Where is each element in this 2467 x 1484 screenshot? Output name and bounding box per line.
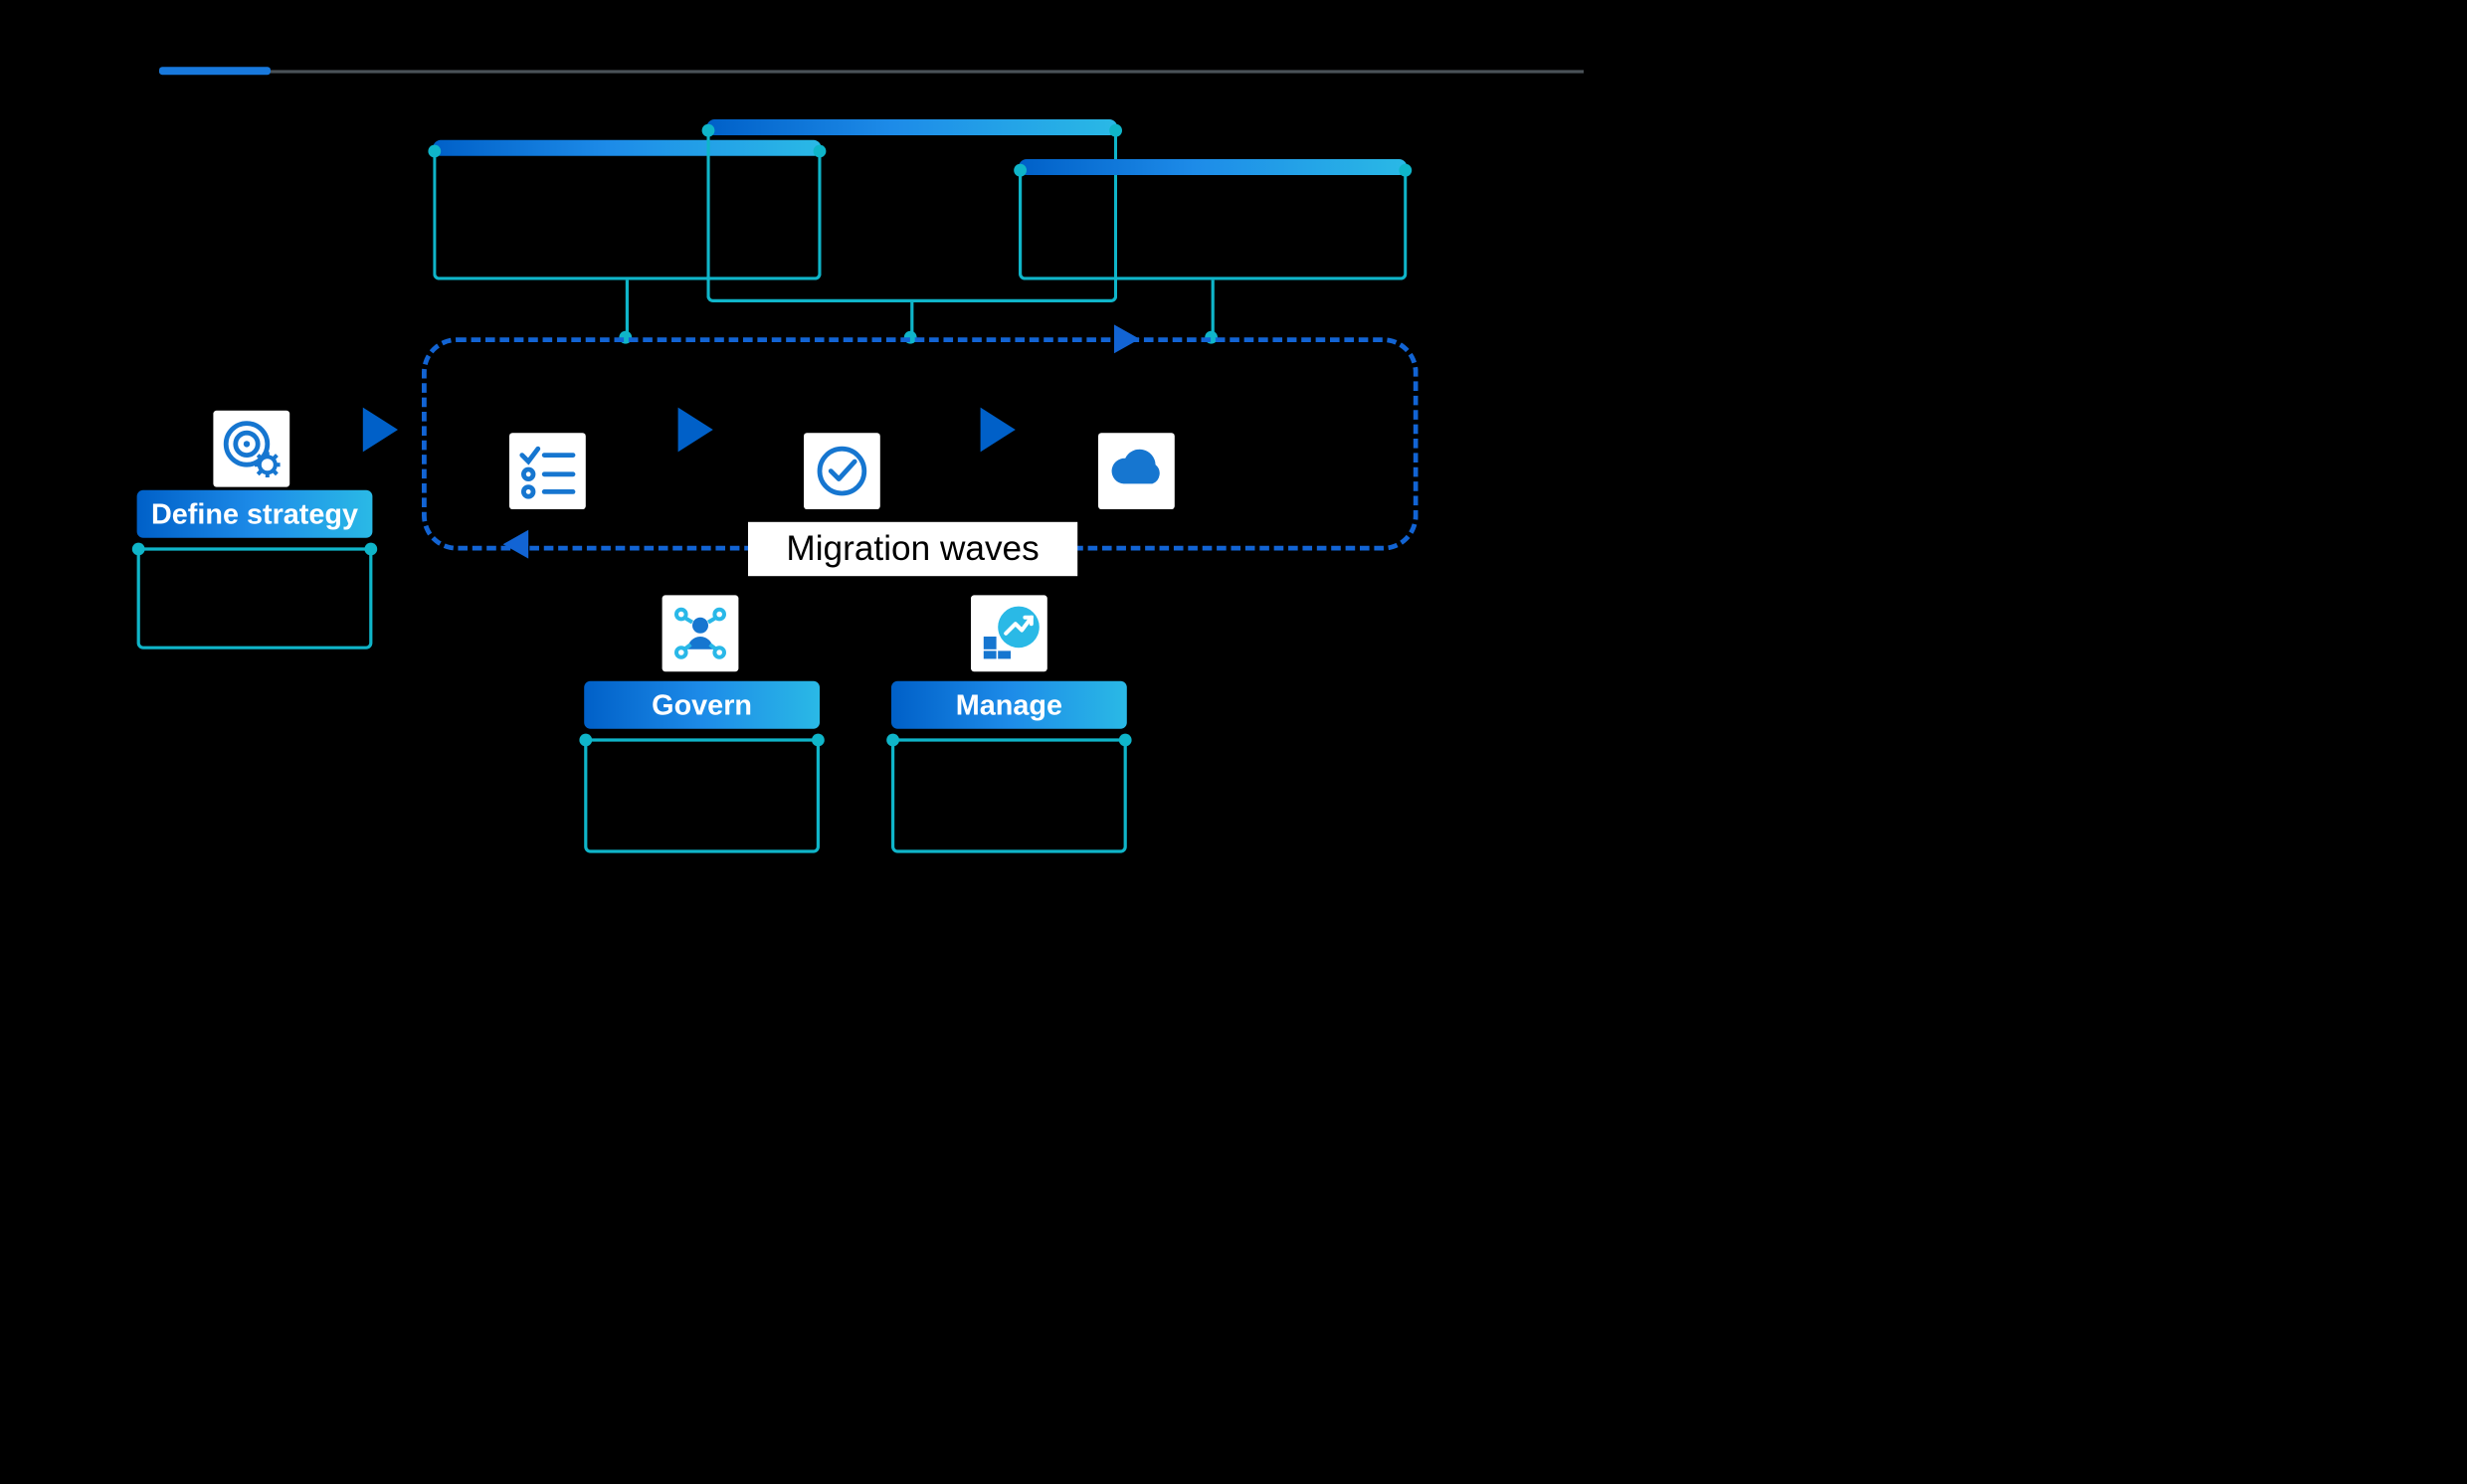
- dot-icon: [364, 543, 377, 556]
- checklist-icon: [509, 433, 586, 509]
- define-strategy-box: [137, 547, 373, 649]
- dot-icon: [428, 145, 441, 158]
- checkmark-circle-icon: [804, 433, 880, 509]
- govern-label: Govern: [652, 688, 752, 722]
- dot-icon: [1399, 164, 1412, 177]
- manage-label: Manage: [956, 688, 1062, 722]
- dot-icon: [132, 543, 145, 556]
- cloud-icon: [1098, 433, 1175, 509]
- manage-growth-icon: [971, 595, 1047, 671]
- dot-icon: [1119, 734, 1132, 747]
- flow-arrow-icon: [503, 530, 529, 559]
- target-gear-icon: [213, 411, 289, 487]
- manage-pill: Manage: [891, 681, 1127, 729]
- dot-icon: [812, 734, 825, 747]
- manage-box: [891, 738, 1127, 852]
- define-strategy-label: Define strategy: [151, 497, 358, 531]
- arrow-icon: [981, 408, 1016, 453]
- migration-waves-label: Migration waves: [748, 522, 1077, 576]
- connector-line: [1212, 280, 1215, 334]
- govern-box: [584, 738, 820, 852]
- dot-icon: [886, 734, 899, 747]
- arrow-icon: [363, 408, 398, 453]
- dot-icon: [1109, 124, 1122, 137]
- progress-track: [159, 70, 1584, 73]
- governance-people-icon: [663, 595, 739, 671]
- govern-pill: Govern: [584, 681, 820, 729]
- top-box-2-cap: [706, 119, 1117, 135]
- top-box-3-cap: [1019, 159, 1407, 175]
- progress-fill: [159, 67, 271, 75]
- arrow-icon: [678, 408, 713, 453]
- connector-line: [626, 280, 629, 334]
- dot-icon: [1014, 164, 1027, 177]
- flow-arrow-icon: [1114, 324, 1140, 353]
- top-box-3: [1019, 172, 1407, 280]
- dot-icon: [702, 124, 715, 137]
- define-strategy-pill: Define strategy: [137, 490, 373, 538]
- migration-waves-text: Migration waves: [786, 528, 1039, 568]
- dot-icon: [579, 734, 592, 747]
